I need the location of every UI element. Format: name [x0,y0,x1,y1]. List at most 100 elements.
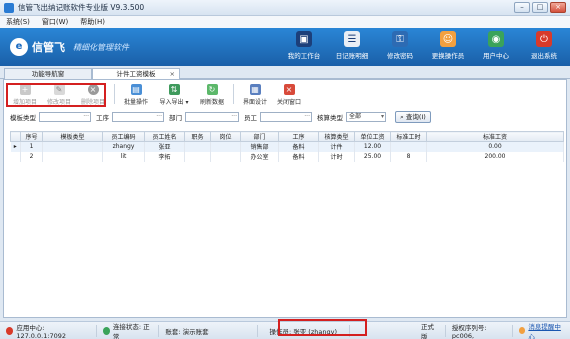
maximize-button[interactable]: □ [532,2,548,13]
menu-system[interactable]: 系统(S) [6,17,30,27]
minimize-button[interactable]: – [514,2,530,13]
tab-function-nav[interactable]: 功能导航窗 [4,68,92,79]
col-header[interactable]: 标准工时 [390,131,427,142]
dept-field[interactable]: ··· [185,112,239,122]
cell-no: 1 [20,141,43,152]
search-button[interactable]: ⌕ 查询(I) [395,111,431,123]
close-window-label: 关闭窗口 [276,99,301,106]
change-password-button[interactable]: ⚿ 修改密码 [380,31,420,60]
tab-piece-wage-template[interactable]: 计件工资模板 × [92,68,180,79]
close-window-tool-button[interactable]: × 关闭窗口 [274,83,304,106]
user-icon: ☺ [440,31,456,47]
list-icon: ☰ [344,31,360,47]
cell-dept: 销售部 [240,141,279,152]
ledger-text: 账套: 演示账套 [165,327,209,336]
import-export-label: 导入导出 [159,99,184,106]
template-type-label: 模板类型 [10,114,36,122]
menu-help[interactable]: 帮助(H) [80,17,105,27]
col-header[interactable]: 模板类型 [42,131,103,142]
tab-bar: 功能导航窗 计件工资模板 × [0,66,570,79]
power-icon: ⏻ [536,31,552,47]
search-icon: ⌕ [400,113,404,121]
toolbar-highlight-box [6,83,106,107]
design-icon: ▦ [249,84,261,95]
ui-design-label: 界面设计 [242,99,267,106]
app-icon [4,2,14,13]
calc-type-select[interactable]: 全部 ▾ [346,112,386,122]
col-header[interactable]: 序号 [20,131,43,142]
user-center-label: 用户中心 [483,52,509,60]
license-text: 授权序列号: pc006, [451,323,487,339]
menu-window[interactable]: 窗口(W) [42,17,68,27]
cell-unit-wage: 12.00 [354,141,391,152]
col-header[interactable]: 员工编码 [102,131,145,142]
cell-std-hours [390,141,427,152]
edition-text: 正式版 [420,322,434,339]
switch-operator-label: 更换操作员 [431,52,465,60]
batch-operation-button[interactable]: ▤ 批量操作 [121,83,151,106]
table-row[interactable]: ▸ 1 zhangy 张亚 销售部 备料 计件 12.00 0.00 [10,141,564,152]
ui-design-button[interactable]: ▦ 界面设计 [240,83,270,106]
user-center-button[interactable]: ◉ 用户中心 [476,31,516,60]
tab-label: 计件工资模板 [116,70,156,78]
app-center-status: 应用中心: 127.0.0.1:7092 [0,324,97,339]
message-icon [519,327,526,334]
message-center-link[interactable]: 消息提醒中心 [513,323,570,339]
dept-label: 部门 [169,114,182,122]
table-row[interactable]: 2 lit 李拓 办公室 备料 计时 25.00 8 200.00 [10,151,564,162]
window-title: 信管飞出纳记账软件专业版 V9.3.500 [18,3,145,12]
calc-type-value: 全部 [349,113,362,120]
logo-icon: e [10,38,28,56]
cell-name: 张亚 [144,141,185,152]
exit-system-button[interactable]: ⏻ 退出系统 [524,31,564,60]
col-header[interactable]: 单位工资 [354,131,391,142]
process-field[interactable]: ··· [112,112,164,122]
data-table: 序号 模板类型 员工编码 员工姓名 职务 岗位 部门 工序 核算类型 单位工资 … [10,131,564,162]
import-export-button[interactable]: ⇅ 导入导出 ▾ [155,83,193,106]
logo-slogan: 精细化管理软件 [73,42,129,52]
col-header[interactable]: 核算类型 [318,131,355,142]
cell-calc: 计时 [318,151,355,162]
col-header[interactable]: 工序 [278,131,319,142]
globe-icon: ◉ [488,31,504,47]
ledger-status: 账套: 演示账套 [159,324,258,337]
my-workbench-button[interactable]: ▣ 我的工作台 [284,31,324,60]
exit-system-label: 退出系统 [531,52,557,60]
ellipsis-icon[interactable]: ··· [231,113,237,121]
refresh-data-button[interactable]: ↻ 刷新数据 [197,83,227,106]
switch-operator-button[interactable]: ☺ 更换操作员 [428,31,468,60]
app-center-icon [6,326,14,335]
ellipsis-icon[interactable]: ··· [156,113,162,121]
connection-status: 连接状态: 正常 [97,323,160,339]
cell-code: zhangy [102,141,145,152]
employee-label: 员工 [244,114,257,122]
col-header[interactable]: 部门 [240,131,279,142]
template-type-field[interactable]: ··· [39,112,91,122]
cell-post [210,141,241,152]
cell-calc: 计件 [318,141,355,152]
process-label: 工序 [96,114,109,122]
cell-process: 备料 [278,151,319,162]
ellipsis-icon[interactable]: ··· [304,113,310,121]
col-header[interactable]: 岗位 [210,131,241,142]
header-banner: e 信管飞 精细化管理软件 ▣ 我的工作台 ☰ 日记账明细 ⚿ 修改密码 ☺ 更… [0,28,570,66]
refresh-data-label: 刷新数据 [199,99,224,106]
col-header[interactable]: 职务 [184,131,211,142]
close-tab-icon[interactable]: × [170,69,175,79]
close-window-button[interactable]: × [550,2,566,13]
message-center-text[interactable]: 消息提醒中心 [528,321,564,339]
title-bar: 信管飞出纳记账软件专业版 V9.3.500 – □ × [0,0,570,16]
col-header[interactable]: 员工姓名 [144,131,185,142]
journal-detail-button[interactable]: ☰ 日记账明细 [332,31,372,60]
cell-post [210,151,241,162]
change-password-label: 修改密码 [387,52,413,60]
connection-icon [102,326,110,335]
main-panel: + 增加项目 ✎ 修改项目 × 删除项目 ▤ 批量操作 ⇅ 导入导出 ▾ ↻ 刷… [3,79,567,318]
col-header[interactable]: 标准工资 [426,131,564,142]
refresh-icon: ↻ [206,84,218,95]
my-workbench-label: 我的工作台 [287,52,321,60]
chevron-down-icon[interactable]: ▾ [381,113,384,121]
cell-std-wage: 0.00 [426,141,564,152]
ellipsis-icon[interactable]: ··· [83,113,89,121]
employee-field[interactable]: ··· [260,112,312,122]
